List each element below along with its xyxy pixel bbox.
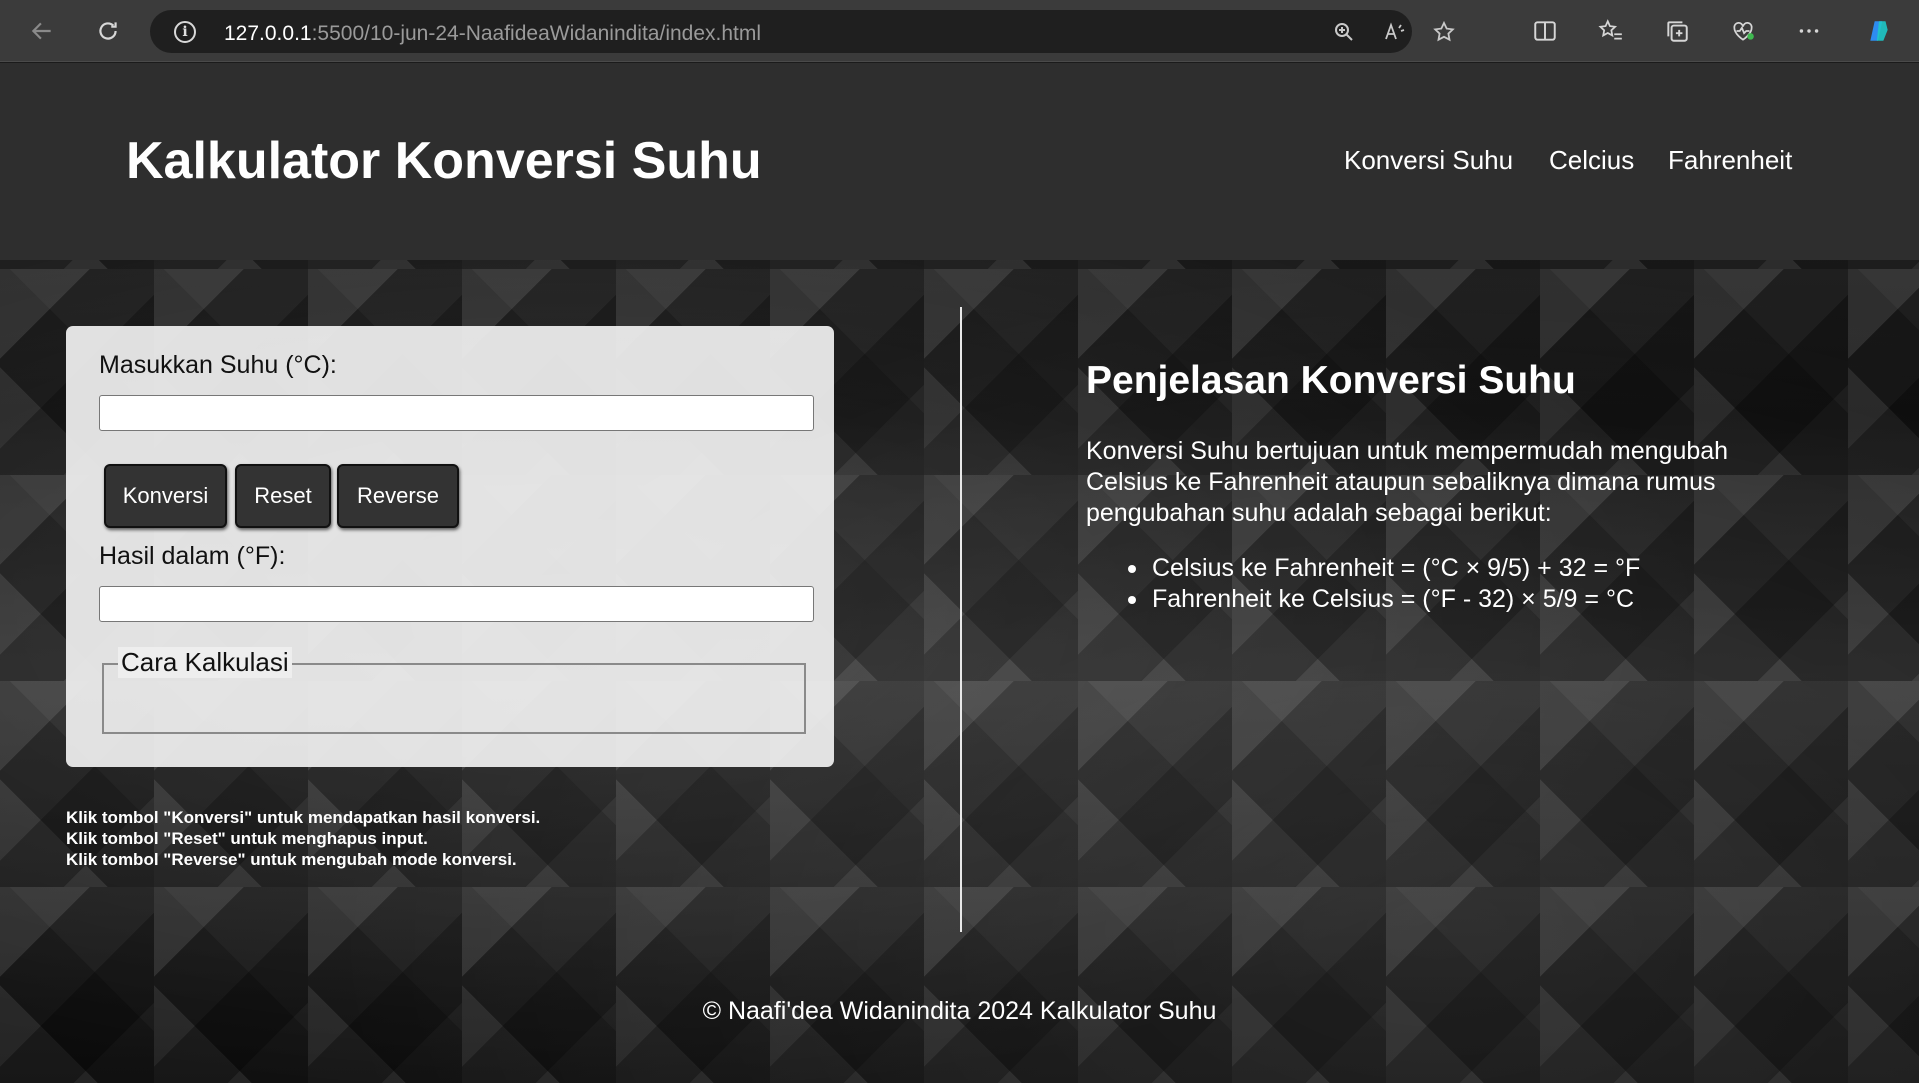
site-title: Kalkulator Konversi Suhu — [126, 132, 762, 190]
favorites-icon[interactable] — [1594, 14, 1628, 48]
result-label: Hasil dalam (°F): — [99, 542, 286, 570]
nav-link-konversi-suhu[interactable]: Konversi Suhu — [1344, 145, 1513, 176]
instruction-reset: Klik tombol "Reset" untuk menghapus inpu… — [66, 829, 428, 848]
site-header: Kalkulator Konversi Suhu Konversi Suhu C… — [0, 63, 1919, 260]
url-host: 127.0.0.1 — [224, 22, 312, 45]
nav-link-celcius[interactable]: Celcius — [1549, 145, 1634, 176]
collections-icon[interactable] — [1660, 14, 1694, 48]
favorite-star-icon[interactable] — [1430, 18, 1458, 46]
reverse-button[interactable]: Reverse — [337, 464, 459, 528]
zoom-icon[interactable] — [1330, 18, 1358, 46]
web-page: Kalkulator Konversi Suhu Konversi Suhu C… — [0, 63, 1919, 1083]
address-bar[interactable]: i 127.0.0.1:5500/10-jun-24-NaafideaWidan… — [150, 10, 1455, 53]
formula-c-to-f: Celsius ke Fahrenheit = (°C × 9/5) + 32 … — [1128, 553, 1640, 584]
explanation-text: Konversi Suhu bertujuan untuk mempermuda… — [1086, 437, 1729, 527]
copilot-icon[interactable] — [1862, 14, 1896, 48]
back-arrow-icon — [31, 22, 51, 40]
more-menu-icon[interactable] — [1792, 14, 1826, 48]
browser-essentials-icon[interactable] — [1726, 14, 1760, 48]
explanation-title: Penjelasan Konversi Suhu — [1086, 359, 1576, 402]
address-url[interactable]: 127.0.0.1:5500/10-jun-24-NaafideaWidanin… — [224, 22, 761, 46]
instruction-convert: Klik tombol "Konversi" untuk mendapatkan… — [66, 808, 541, 827]
convert-button[interactable]: Konversi — [104, 464, 227, 528]
instruction-reverse: Klik tombol "Reverse" untuk mengubah mod… — [66, 850, 517, 869]
usage-instructions: Klik tombol "Konversi" untuk mendapatkan… — [66, 807, 540, 870]
calculator-card: Masukkan Suhu (°C): Konversi Reset Rever… — [66, 326, 834, 767]
back-button[interactable] — [24, 13, 60, 49]
site-footer: © Naafi'dea Widanindita 2024 Kalkulator … — [702, 997, 1217, 1025]
refresh-button[interactable] — [90, 13, 126, 49]
split-screen-icon[interactable] — [1528, 14, 1562, 48]
fahrenheit-result-field[interactable] — [99, 586, 814, 622]
formula-list: Celsius ke Fahrenheit = (°C × 9/5) + 32 … — [1128, 553, 1640, 615]
vertical-divider — [960, 307, 962, 932]
read-aloud-icon[interactable] — [1380, 18, 1408, 46]
refresh-icon — [99, 22, 117, 40]
celsius-input-label: Masukkan Suhu (°C): — [99, 351, 337, 379]
calculation-method-box: Cara Kalkulasi — [102, 647, 806, 734]
formula-f-to-c: Fahrenheit ke Celsius = (°F - 32) × 5/9 … — [1128, 584, 1640, 615]
calculation-method-legend: Cara Kalkulasi — [118, 647, 292, 678]
celsius-input[interactable] — [99, 395, 814, 431]
nav-link-fahrenheit[interactable]: Fahrenheit — [1668, 145, 1792, 176]
browser-toolbar: i 127.0.0.1:5500/10-jun-24-NaafideaWidan… — [0, 0, 1919, 62]
site-info-icon[interactable]: i — [174, 21, 196, 43]
url-path: :5500/10-jun-24-NaafideaWidanindita/inde… — [311, 22, 762, 45]
reset-button[interactable]: Reset — [235, 464, 331, 528]
